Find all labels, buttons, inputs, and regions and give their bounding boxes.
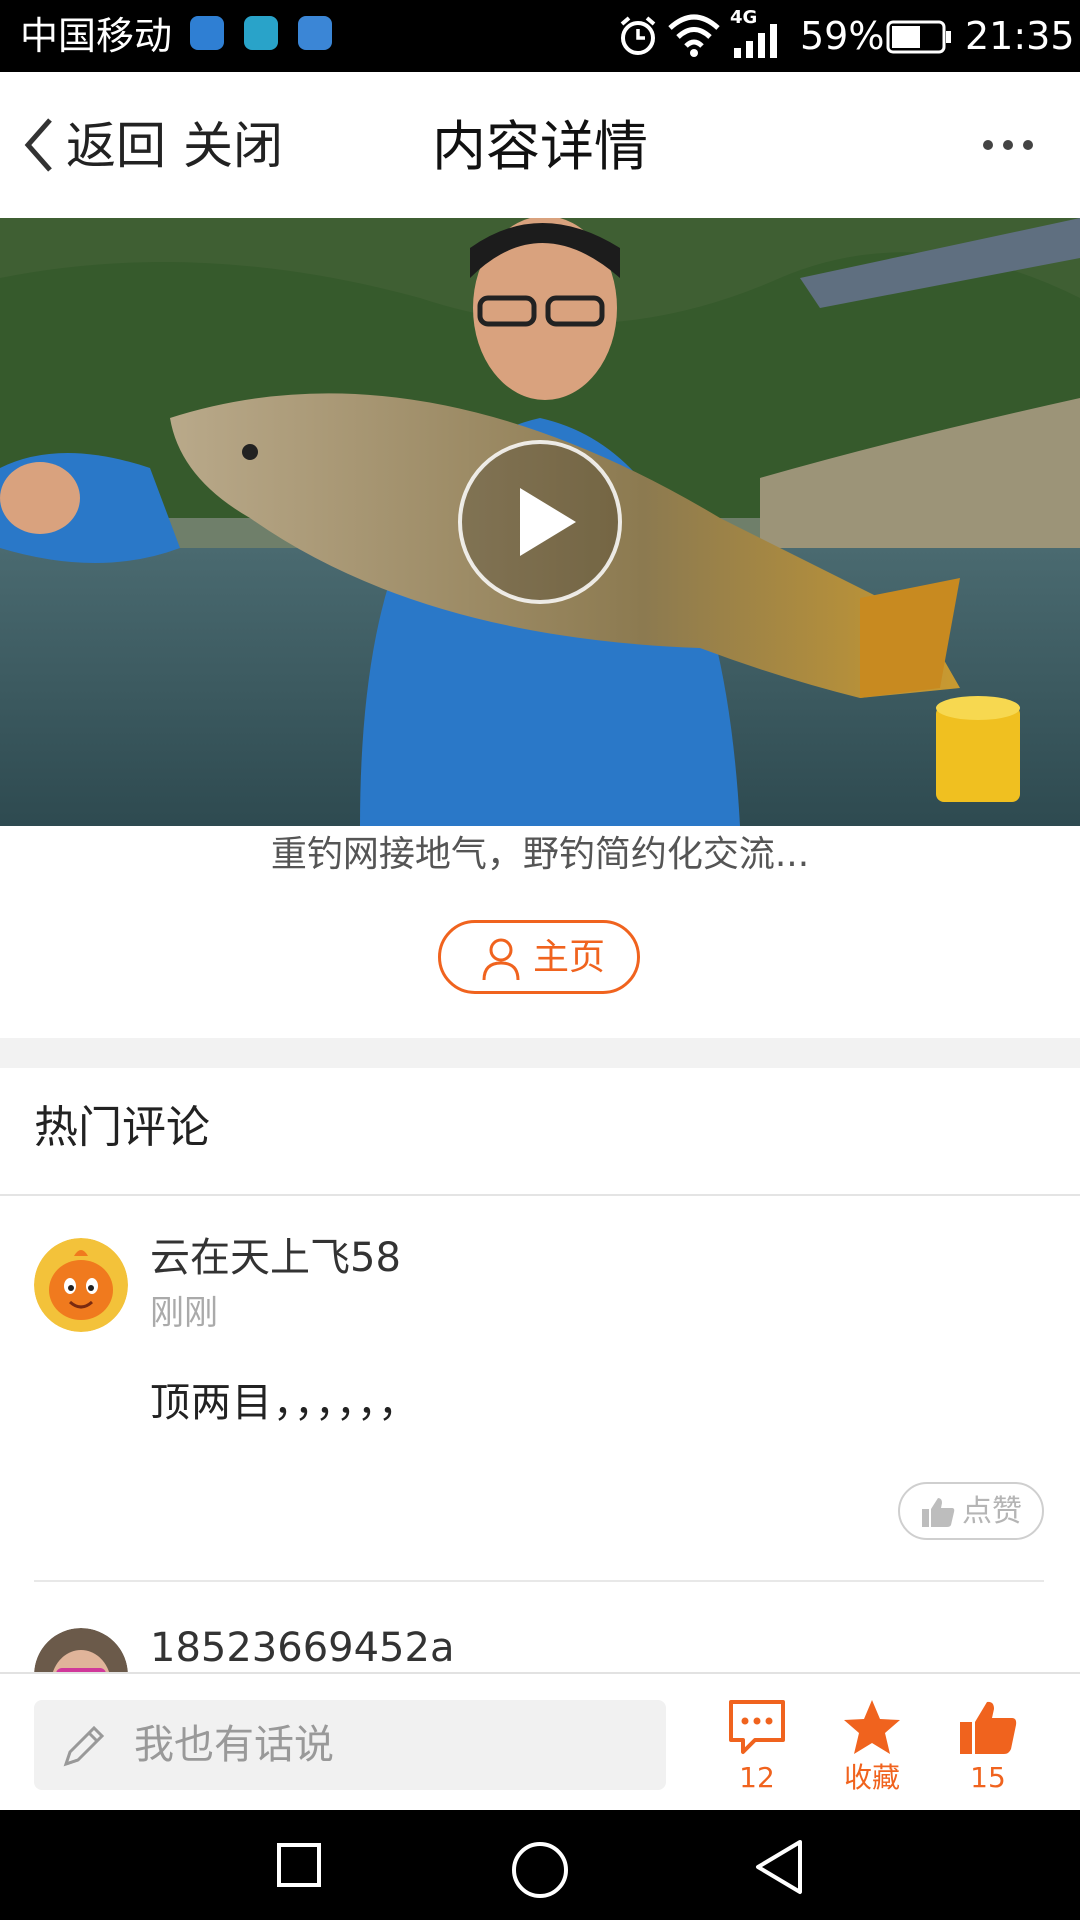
page-title: 内容详情 — [432, 115, 648, 178]
favorite-button[interactable]: 收藏 — [822, 1696, 922, 1806]
wifi-hotspot-icon — [298, 16, 332, 50]
battery-icon — [886, 20, 951, 54]
more-options-icon[interactable] — [982, 136, 1034, 154]
battery-percent: 59% — [800, 14, 885, 58]
thumbs-up-icon — [922, 1498, 955, 1527]
clock: 21:35 — [965, 14, 1075, 58]
video-caption: 重钓网接地气，野钓简约化交流... — [270, 834, 810, 875]
comment-timestamp: 刚刚 — [150, 1293, 218, 1333]
app-header: 返回 关闭 内容详情 — [0, 72, 1080, 220]
section-separator — [0, 1038, 1080, 1068]
system-nav-bar — [0, 1810, 1080, 1920]
status-bar: 中国移动 4G 59% 21:35 — [0, 0, 1080, 72]
comment-like-button[interactable]: 点赞 — [898, 1482, 1044, 1540]
divider — [0, 1194, 1080, 1196]
thumbs-up-icon — [960, 1701, 1017, 1754]
back-triangle-icon[interactable] — [752, 1838, 806, 1896]
homepage-button-label: 主页 — [533, 937, 606, 978]
pencil-icon — [63, 1725, 105, 1767]
comment-count: 12 — [739, 1761, 775, 1794]
wifi-icon — [668, 14, 720, 57]
comment-username[interactable]: 云在天上飞58 — [150, 1232, 401, 1284]
comment-like-label: 点赞 — [962, 1494, 1022, 1529]
recents-square-icon[interactable] — [276, 1842, 322, 1888]
bottom-action-bar: 我也有话说 12 收藏 15 — [0, 1672, 1080, 1810]
like-count: 15 — [970, 1761, 1006, 1794]
carrier-label: 中国移动 — [20, 14, 173, 58]
hot-comments-title: 热门评论 — [34, 1102, 210, 1153]
comment-bubble-icon — [729, 1700, 785, 1754]
comment-username[interactable]: 18523669452a — [150, 1620, 454, 1676]
signal-icon — [734, 24, 777, 58]
homepage-button[interactable]: 主页 — [438, 920, 640, 994]
person-icon — [482, 938, 520, 981]
like-button[interactable]: 15 — [938, 1696, 1038, 1806]
home-circle-icon[interactable] — [510, 1840, 570, 1900]
video-player[interactable] — [0, 218, 1080, 826]
gallery-icon — [190, 16, 224, 50]
comments-button[interactable]: 12 — [707, 1696, 807, 1806]
message-icon — [244, 16, 278, 50]
comment-input[interactable]: 我也有话说 — [34, 1700, 666, 1790]
comment-input-placeholder: 我也有话说 — [134, 1722, 334, 1768]
play-button-icon[interactable] — [456, 438, 624, 606]
favorite-label: 收藏 — [843, 1761, 900, 1794]
star-icon — [844, 1700, 900, 1754]
avatar[interactable] — [34, 1238, 128, 1332]
comment-text: 顶两目，，，，，， — [150, 1380, 419, 1426]
avatar-image — [34, 1238, 128, 1332]
divider — [34, 1580, 1044, 1582]
alarm-icon — [620, 16, 656, 55]
